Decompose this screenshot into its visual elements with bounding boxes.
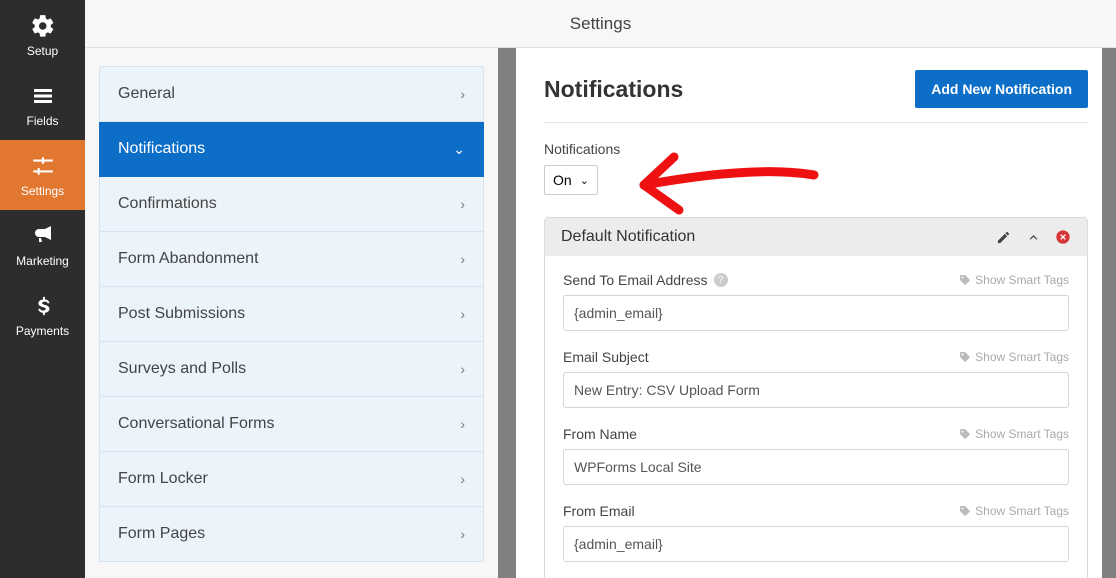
main-sidebar: Setup Fields Settings Marketing Payments [0, 0, 85, 578]
sidebar-item-fields[interactable]: Fields [0, 70, 85, 140]
chevron-right-icon: › [460, 361, 465, 377]
menu-item-label: Confirmations [118, 195, 217, 213]
chevron-right-icon: › [460, 471, 465, 487]
field-label: From Email [563, 503, 635, 519]
send-to-email-input[interactable] [563, 295, 1069, 331]
menu-item-label: Conversational Forms [118, 415, 275, 433]
menu-item-form-locker[interactable]: Form Locker › [99, 452, 484, 507]
content-panel: Notifications Add New Notification Notif… [516, 48, 1116, 578]
chevron-right-icon: › [460, 416, 465, 432]
menu-item-confirmations[interactable]: Confirmations › [99, 177, 484, 232]
menu-item-general[interactable]: General › [99, 67, 484, 122]
menu-item-post-submissions[interactable]: Post Submissions › [99, 287, 484, 342]
show-smart-tags-link[interactable]: Show Smart Tags [959, 504, 1069, 518]
menu-item-label: Post Submissions [118, 305, 245, 323]
email-subject-input[interactable] [563, 372, 1069, 408]
toggle-value: On [553, 172, 572, 188]
edit-icon[interactable] [995, 229, 1011, 245]
dollar-icon [29, 292, 57, 320]
collapse-icon[interactable] [1025, 229, 1041, 245]
content-title: Notifications [544, 76, 683, 103]
menu-item-notifications[interactable]: Notifications ⌄ [99, 122, 484, 177]
menu-item-label: Surveys and Polls [118, 360, 246, 378]
notification-box: Default Notification [544, 217, 1088, 578]
sidebar-item-settings[interactable]: Settings [0, 140, 85, 210]
from-email-input[interactable] [563, 526, 1069, 562]
sidebar-item-label: Payments [16, 324, 69, 338]
field-label: Send To Email Address [563, 272, 708, 288]
annotation-arrow-icon [614, 135, 824, 225]
chevron-right-icon: › [460, 251, 465, 267]
menu-item-surveys-polls[interactable]: Surveys and Polls › [99, 342, 484, 397]
bullhorn-icon [29, 222, 57, 250]
sidebar-item-label: Settings [21, 184, 64, 198]
show-smart-tags-link[interactable]: Show Smart Tags [959, 273, 1069, 287]
menu-item-label: Form Locker [118, 470, 208, 488]
chevron-right-icon: › [460, 86, 465, 102]
menu-item-conversational-forms[interactable]: Conversational Forms › [99, 397, 484, 452]
sidebar-item-payments[interactable]: Payments [0, 280, 85, 350]
column-divider [498, 48, 516, 578]
menu-item-form-abandonment[interactable]: Form Abandonment › [99, 232, 484, 287]
chevron-down-icon: ⌄ [580, 174, 589, 187]
menu-item-label: Form Abandonment [118, 250, 259, 268]
chevron-right-icon: › [460, 526, 465, 542]
field-label: From Name [563, 426, 637, 442]
sidebar-item-label: Marketing [16, 254, 69, 268]
page-title: Settings [85, 0, 1116, 48]
sidebar-item-marketing[interactable]: Marketing [0, 210, 85, 280]
right-edge-strip [1102, 48, 1116, 578]
menu-item-label: Notifications [118, 140, 205, 158]
field-label: Email Subject [563, 349, 649, 365]
help-icon[interactable]: ? [714, 273, 728, 287]
show-smart-tags-link[interactable]: Show Smart Tags [959, 350, 1069, 364]
chevron-right-icon: › [460, 306, 465, 322]
chevron-right-icon: › [460, 196, 465, 212]
menu-item-form-pages[interactable]: Form Pages › [99, 507, 484, 562]
sidebar-item-setup[interactable]: Setup [0, 0, 85, 70]
delete-icon[interactable] [1055, 229, 1071, 245]
settings-menu: General › Notifications ⌄ Confirmations … [85, 48, 498, 578]
chevron-down-icon: ⌄ [453, 141, 465, 158]
from-name-input[interactable] [563, 449, 1069, 485]
sidebar-item-label: Fields [26, 114, 58, 128]
notification-box-title: Default Notification [561, 228, 695, 246]
sliders-icon [29, 152, 57, 180]
menu-item-label: Form Pages [118, 525, 205, 543]
menu-item-label: General [118, 85, 175, 103]
sidebar-item-label: Setup [27, 44, 58, 58]
header: Settings [85, 0, 1116, 48]
add-new-notification-button[interactable]: Add New Notification [915, 70, 1088, 108]
list-icon [29, 82, 57, 110]
gear-icon [29, 12, 57, 40]
show-smart-tags-link[interactable]: Show Smart Tags [959, 427, 1069, 441]
notifications-toggle-select[interactable]: On ⌄ [544, 165, 598, 195]
